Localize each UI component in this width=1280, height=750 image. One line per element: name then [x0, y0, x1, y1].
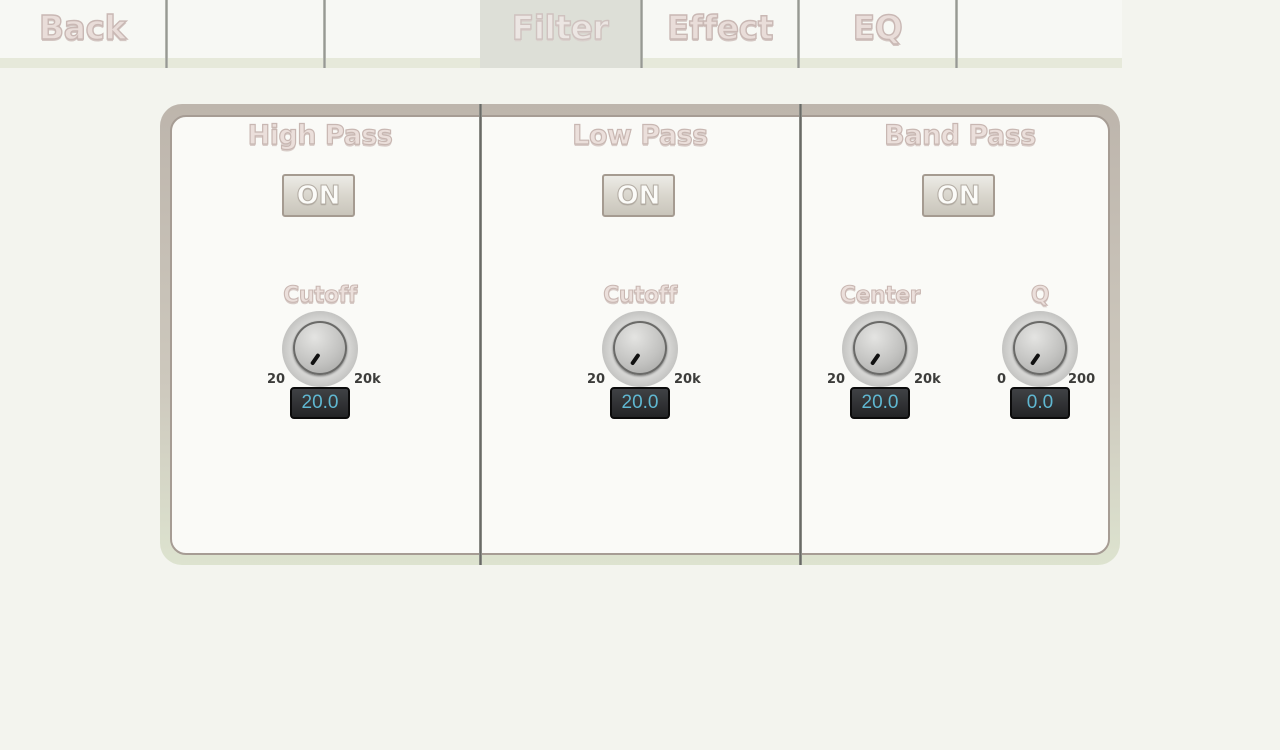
- low-pass-title: Low Pass: [572, 119, 709, 151]
- knob-cap: [1013, 321, 1067, 375]
- knob-cap: [613, 321, 667, 375]
- low-pass-on-label: ON: [616, 180, 661, 211]
- low-pass-cutoff-max: 20k: [674, 372, 701, 387]
- band-pass-center-knob[interactable]: [842, 311, 918, 387]
- back-button[interactable]: Back: [0, 0, 165, 68]
- high-pass-on-label: ON: [296, 180, 341, 211]
- knob-pointer: [629, 352, 641, 366]
- tab-empty-3[interactable]: [958, 0, 1122, 68]
- low-pass-cutoff-knob[interactable]: [602, 311, 678, 387]
- high-pass-cutoff-knob[interactable]: [282, 311, 358, 387]
- tab-effect-label: Effect: [666, 7, 774, 47]
- low-pass-cutoff-min: 20: [587, 372, 606, 387]
- band-pass-center-min: 20: [827, 372, 846, 387]
- knob-pointer: [309, 352, 321, 366]
- high-pass-cutoff-min: 20: [267, 372, 286, 387]
- panel-divider: [479, 104, 482, 565]
- tab-empty-1[interactable]: [168, 0, 323, 68]
- band-pass-title: Band Pass: [884, 119, 1037, 151]
- knob-cap: [853, 321, 907, 375]
- low-pass-cutoff-value[interactable]: 20.0: [610, 387, 670, 419]
- band-pass-q-knob[interactable]: [1002, 311, 1078, 387]
- tab-effect[interactable]: Effect: [643, 0, 797, 68]
- knob-pointer: [869, 352, 881, 366]
- band-pass-q-min: 0: [997, 372, 1007, 387]
- band-pass-q-max: 200: [1068, 372, 1096, 387]
- tab-eq[interactable]: EQ: [800, 0, 955, 68]
- band-pass-center-max: 20k: [914, 372, 941, 387]
- band-pass-on-label: ON: [936, 180, 981, 211]
- low-pass-on-button[interactable]: ON: [602, 174, 675, 217]
- band-pass-on-button[interactable]: ON: [922, 174, 995, 217]
- high-pass-title: High Pass: [247, 119, 393, 151]
- tab-empty-2[interactable]: [326, 0, 480, 68]
- tab-filter-label: Filter: [511, 7, 610, 47]
- tab-filter[interactable]: Filter: [480, 0, 640, 68]
- knob-pointer: [1029, 352, 1041, 366]
- panel-divider: [799, 104, 802, 565]
- knob-cap: [293, 321, 347, 375]
- high-pass-cutoff-value[interactable]: 20.0: [290, 387, 350, 419]
- tab-eq-label: EQ: [852, 7, 903, 47]
- band-pass-q-value[interactable]: 0.0: [1010, 387, 1070, 419]
- high-pass-cutoff-label: Cutoff: [283, 282, 358, 308]
- band-pass-q-label: Q: [1030, 282, 1050, 308]
- high-pass-cutoff-max: 20k: [354, 372, 381, 387]
- back-button-label: Back: [38, 7, 127, 47]
- low-pass-cutoff-label: Cutoff: [603, 282, 678, 308]
- high-pass-on-button[interactable]: ON: [282, 174, 355, 217]
- band-pass-center-value[interactable]: 20.0: [850, 387, 910, 419]
- band-pass-center-label: Center: [839, 282, 921, 308]
